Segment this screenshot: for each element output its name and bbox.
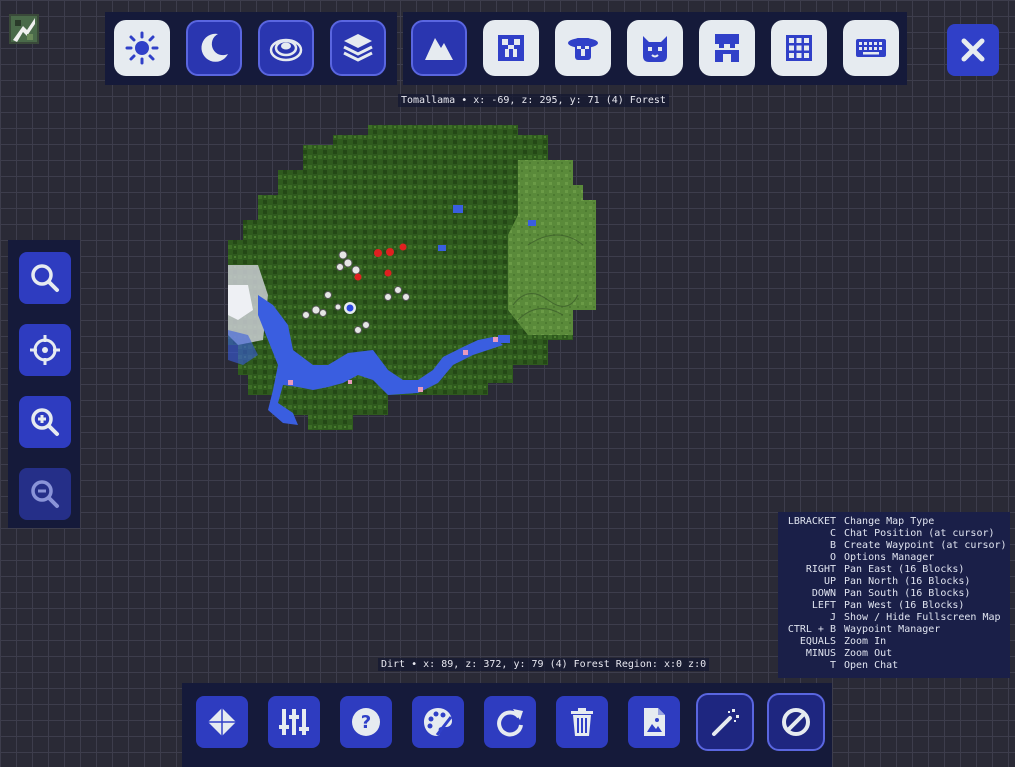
keybinding-action: Zoom In xyxy=(844,636,887,647)
cursor-info-label: Dirt • x: 89, z: 372, y: 79 (4) Forest R… xyxy=(378,658,710,671)
keybinding-row: O Options Manager xyxy=(778,552,1010,564)
zoom-in-button[interactable] xyxy=(19,396,71,448)
keybinding-action: Chat Position (at cursor) xyxy=(844,528,995,539)
help-button[interactable]: ? xyxy=(340,696,392,748)
pets-button[interactable] xyxy=(627,20,683,76)
players-button[interactable] xyxy=(699,20,755,76)
keybinding-key: EQUALS xyxy=(799,636,836,647)
trash-icon xyxy=(571,708,593,736)
surface-button[interactable] xyxy=(411,20,467,76)
keybinding-row: RIGHT Pan East (16 Blocks) xyxy=(778,564,1010,576)
sun-icon xyxy=(125,31,159,65)
keybinding-key: C xyxy=(829,528,836,539)
villagers-button[interactable] xyxy=(555,20,611,76)
center-on-player-button[interactable] xyxy=(19,324,71,376)
zoom-out-icon xyxy=(31,480,59,508)
palette-icon xyxy=(424,708,453,736)
keybinding-action: Options Manager xyxy=(844,552,935,563)
villager-icon xyxy=(568,38,598,60)
keybinding-action: Pan East (16 Blocks) xyxy=(844,564,965,575)
question-icon: ? xyxy=(352,708,380,736)
auto-map-button[interactable] xyxy=(696,693,754,751)
app-logo-icon xyxy=(9,14,39,44)
keybinding-action: Change Map Type xyxy=(844,516,935,527)
topo-icon xyxy=(269,38,303,62)
keybinding-row: EQUALS Zoom In xyxy=(778,636,1010,648)
zoom-in-icon xyxy=(31,408,59,436)
keybinding-key: LEFT xyxy=(811,600,836,611)
night-map-button[interactable] xyxy=(186,20,242,76)
keybinding-action: Zoom Out xyxy=(844,648,893,659)
close-button[interactable] xyxy=(947,24,999,76)
keybinding-key: RIGHT xyxy=(805,564,836,575)
keybinding-row: J Show / Hide Fullscreen Map xyxy=(778,612,1010,624)
keybinding-row: DOWN Pan South (16 Blocks) xyxy=(778,588,1010,600)
disable-button[interactable] xyxy=(767,693,825,751)
keybinding-row: LBRACKET Change Map Type xyxy=(778,516,1010,528)
close-icon xyxy=(961,38,985,62)
keybinding-row: C Chat Position (at cursor) xyxy=(778,528,1010,540)
player-info-label: Tomallama • x: -69, z: 295, y: 71 (4) Fo… xyxy=(398,94,669,107)
keybinding-action: Waypoint Manager xyxy=(844,624,941,635)
options-button[interactable] xyxy=(268,696,320,748)
refresh-icon xyxy=(497,709,523,737)
keybinding-action: Pan West (16 Blocks) xyxy=(844,600,965,611)
svg-text:?: ? xyxy=(361,712,371,733)
magic-wand-icon xyxy=(712,709,739,736)
refresh-button[interactable] xyxy=(484,696,536,748)
keybinding-row: T Open Chat xyxy=(778,660,1010,672)
keybinding-row: LEFT Pan West (16 Blocks) xyxy=(778,600,1010,612)
world-map[interactable] xyxy=(228,125,608,439)
keybinding-row: UP Pan North (16 Blocks) xyxy=(778,576,1010,588)
keybinding-row: MINUS Zoom Out xyxy=(778,648,1010,660)
keybinding-action: Open Chat xyxy=(844,660,899,671)
keybinding-key: O xyxy=(829,552,836,563)
file-image-icon xyxy=(644,708,665,736)
delete-button[interactable] xyxy=(556,696,608,748)
day-map-button[interactable] xyxy=(114,20,170,76)
keybindings-button[interactable] xyxy=(843,20,899,76)
zoom-out-button[interactable] xyxy=(19,468,71,520)
keybinding-action: Pan North (16 Blocks) xyxy=(844,576,971,587)
grid-icon xyxy=(786,35,812,61)
keybinding-action: Pan South (16 Blocks) xyxy=(844,588,971,599)
theme-button[interactable] xyxy=(412,696,464,748)
grid-button[interactable] xyxy=(771,20,827,76)
keybinding-key: UP xyxy=(823,576,836,587)
crosshair-icon xyxy=(30,335,60,365)
search-icon xyxy=(31,264,59,292)
sliders-icon xyxy=(279,709,309,735)
hostile-mobs-button[interactable] xyxy=(483,20,539,76)
keybinding-key: LBRACKET xyxy=(787,516,836,527)
keybinding-key: MINUS xyxy=(805,648,836,659)
keybinding-key: T xyxy=(829,660,836,671)
waypoint-diamond-icon xyxy=(208,708,236,736)
keybinding-key: CTRL + B xyxy=(787,624,836,635)
keybinding-key: J xyxy=(829,612,836,623)
search-button[interactable] xyxy=(19,252,71,304)
topo-map-button[interactable] xyxy=(258,20,314,76)
keyboard-icon xyxy=(856,39,886,57)
waypoints-button[interactable] xyxy=(196,696,248,748)
layers-icon xyxy=(343,34,373,62)
keybinding-key: B xyxy=(829,540,836,551)
keybinding-action: Create Waypoint (at cursor) xyxy=(844,540,1007,551)
mountain-icon xyxy=(425,38,453,60)
export-button[interactable] xyxy=(628,696,680,748)
creeper-icon xyxy=(498,35,524,61)
keybinding-row: CTRL + B Waypoint Manager xyxy=(778,624,1010,636)
no-entry-icon xyxy=(782,708,810,736)
keybinding-row: B Create Waypoint (at cursor) xyxy=(778,540,1010,552)
player-marker xyxy=(344,302,356,314)
keybinding-key: DOWN xyxy=(811,588,836,599)
cat-icon xyxy=(643,36,667,62)
player-icon xyxy=(715,34,739,62)
keybindings-panel: LBRACKET Change Map Type C Chat Position (a… xyxy=(778,512,1010,678)
keybinding-action: Show / Hide Fullscreen Map xyxy=(844,612,1001,623)
moon-icon xyxy=(201,33,228,62)
layers-button[interactable] xyxy=(330,20,386,76)
